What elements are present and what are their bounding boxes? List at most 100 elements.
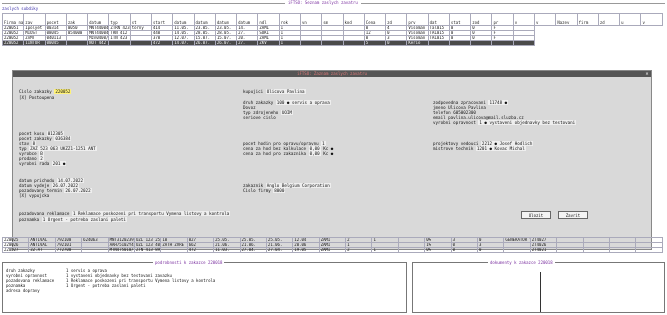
column-header[interactable]: dat <box>427 13 450 26</box>
rate2-field: cena za hod pro zakaznika 0,00 Kc ● <box>243 151 333 156</box>
detail-key: adresa dopravy <box>6 288 40 293</box>
count2-value[interactable]: 036384 <box>54 136 72 141</box>
column-header[interactable]: stat <box>448 13 472 26</box>
table-cell <box>321 40 344 46</box>
column-header[interactable]: zod <box>470 13 493 26</box>
serial-label: seriove cislo <box>243 115 276 120</box>
detail-value: 1 Urgent - potreba zaslani paleti <box>66 283 146 288</box>
column-header[interactable]: zav <box>23 13 46 26</box>
table-cell: ITN 423 20 UZF <box>108 35 131 41</box>
table-cell: 5 <box>363 40 387 46</box>
save-button[interactable]: Ulozit <box>521 211 551 219</box>
column-header[interactable]: typ <box>108 13 131 26</box>
production-value[interactable]: 1 ● vystaveni objednavky bez testovani <box>478 120 577 125</box>
currency2-select[interactable]: Kc ● <box>323 151 333 156</box>
loan-checkbox[interactable]: [X] vypujcka <box>19 193 49 198</box>
table-cell: AAH75102Y4/246 <box>107 242 135 248</box>
table-cell <box>81 247 109 253</box>
order-number-field[interactable]: Cislo zakazky 220052 <box>19 89 72 94</box>
table-cell: ZKV <box>257 40 280 46</box>
table-cell: 26.07. <box>214 40 238 46</box>
table-cell: 1INTOR <box>23 40 46 46</box>
table-cell <box>342 40 365 46</box>
table-row[interactable]: 220027ZZ.AT772700 MTN475010/1ZTN 413 89 Z… <box>1 247 663 253</box>
column-header[interactable]: st <box>129 13 152 26</box>
column-header[interactable]: datum <box>87 13 110 26</box>
column-header[interactable]: datum <box>214 13 238 26</box>
table-cell: 472 <box>186 247 215 253</box>
technician-label: mistrove technik <box>433 146 474 151</box>
note-value[interactable]: 1 Urgent - potreba zaslani paleti <box>41 217 127 222</box>
table-cell: 472 <box>150 40 174 46</box>
table-cell: Visoman <box>406 30 429 36</box>
column-header[interactable]: Firma nazova <box>1 13 25 26</box>
technician-value[interactable]: 1201 ● Kovac Michal <box>475 146 526 151</box>
rate2-value[interactable]: 0,00 <box>308 151 321 156</box>
table-cell: 220052 <box>1 40 25 46</box>
detail-panel-title: podrobnosti k zakazce 220018 <box>153 260 225 265</box>
table-row[interactable]: 2200521INTOR00045 NOT 442 SSO 4R 47214.07.… <box>1 40 663 46</box>
column-header[interactable]: datum <box>193 13 216 26</box>
table-cell <box>129 40 152 46</box>
column-header[interactable]: Cena <box>363 13 387 26</box>
table-cell <box>582 247 610 253</box>
column-header[interactable]: v <box>512 13 536 26</box>
detail-row: adresa dopravy <box>6 288 66 293</box>
table-cell: 26.07. <box>193 40 216 46</box>
column-header[interactable]: Nazev <box>555 13 578 26</box>
app-titlebar: iFTSO: Seznam zaslych zavatru <box>0 0 667 7</box>
column-header[interactable]: zd <box>385 13 408 26</box>
note-field: poznamka 1 Urgent - potreba zaslani pale… <box>19 217 127 222</box>
column-header[interactable]: firm <box>576 13 599 26</box>
close-button[interactable]: Zavrit <box>558 211 588 219</box>
table-cell: ZAMI <box>318 247 347 253</box>
panel-divider <box>540 272 541 312</box>
close-icon[interactable]: ✕ <box>644 71 650 77</box>
table-cell <box>635 247 663 253</box>
column-header[interactable]: kod <box>342 13 365 26</box>
table-cell: 14.07. <box>172 40 195 46</box>
order-number-value[interactable]: 220052 <box>54 89 72 94</box>
source-type-value[interactable]: UOIM <box>280 110 293 115</box>
column-header[interactable]: start <box>150 13 174 26</box>
table-cell: 220027 <box>1 247 30 253</box>
table-cell <box>491 40 514 46</box>
table-cell: Ipolyet <box>23 25 46 31</box>
deadline-value[interactable]: 26.07.2022 <box>64 188 92 193</box>
claim-field: pozadovana reklamace 1 Reklamace poskoze… <box>19 211 231 216</box>
table-cell: 27.04. <box>265 247 294 253</box>
column-header[interactable]: u <box>619 13 642 26</box>
table-cell: ZTRN 423 90 ZZF ANT <box>108 25 131 31</box>
column-header[interactable]: sm <box>321 13 344 26</box>
customer-field: kupujici Ulicova Pavlina <box>243 89 306 94</box>
column-header[interactable]: pocet <box>44 13 67 26</box>
column-header[interactable]: datum <box>236 13 259 26</box>
orders-table: Firma nazovazavpocetzakdatumtypststartda… <box>1 13 663 46</box>
column-header[interactable]: zak <box>65 13 89 26</box>
table-cell: GENERATOR VOLT <box>503 237 531 243</box>
column-header[interactable]: prv <box>406 13 429 26</box>
posted-checkbox[interactable]: [X] Postoupena <box>19 95 54 100</box>
column-header[interactable]: vn <box>299 13 323 26</box>
claim-value[interactable]: 1 Reklamace poskozeni pri transportu Vym… <box>71 211 231 216</box>
table-cell: 0 <box>385 40 408 46</box>
order-type-value[interactable]: 100 ● servis a oprava <box>275 100 331 105</box>
column-header[interactable]: v <box>640 13 663 26</box>
table-cell: 19.05 <box>292 247 320 253</box>
note-label: poznamka <box>19 217 40 222</box>
series-value[interactable]: 201 ● <box>51 161 67 166</box>
order-dialog: iFTSO: Zaznam zaslych zavatru ✕ Cislo za… <box>12 70 652 250</box>
column-header[interactable]: rok <box>278 13 301 26</box>
customer-value[interactable]: Ulicova Pavlina <box>265 89 306 94</box>
table-cell: Kerio <box>406 40 429 46</box>
column-header[interactable]: pr <box>491 13 514 26</box>
column-header[interactable]: zd <box>597 13 621 26</box>
column-header[interactable]: datum <box>172 13 195 26</box>
column-header[interactable]: ndl <box>257 13 280 26</box>
company-value[interactable]: 8000 <box>273 188 286 193</box>
responsible-value[interactable]: 11748 ● <box>488 100 509 105</box>
table-cell <box>397 247 426 253</box>
column-header[interactable]: v <box>534 13 557 26</box>
table-cell <box>512 40 536 46</box>
claim-label: pozadovana reklamace <box>19 211 70 216</box>
